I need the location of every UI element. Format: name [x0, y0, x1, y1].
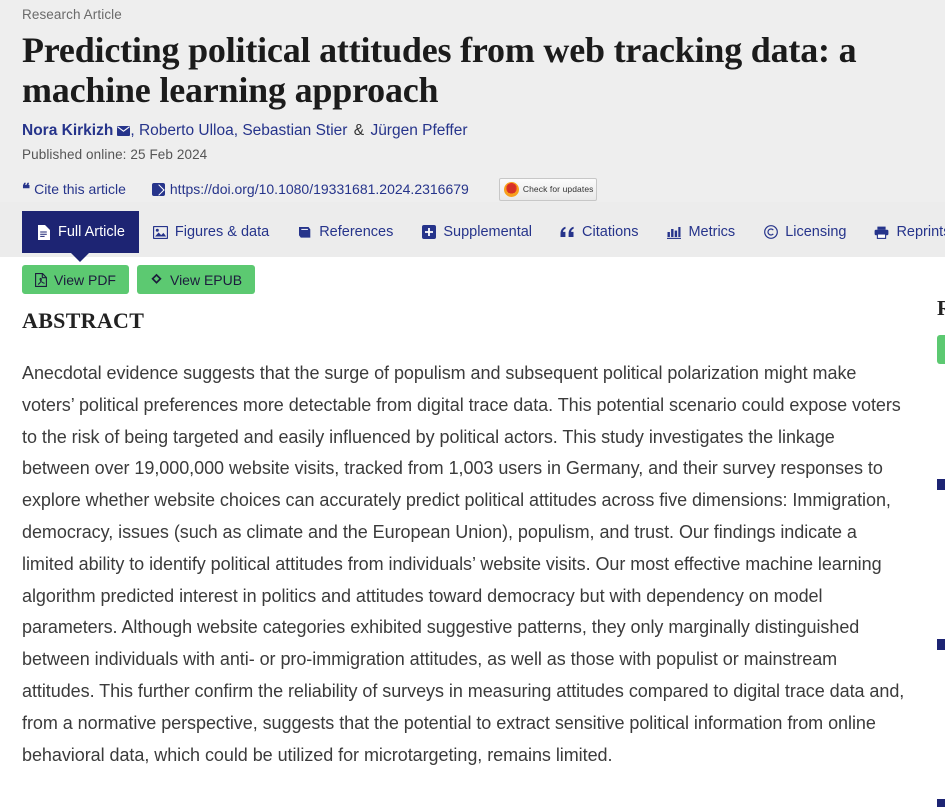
tab-licensing[interactable]: Licensing	[749, 211, 860, 253]
quote-icon	[560, 225, 575, 240]
tab-label: Reprints &	[896, 224, 945, 240]
quote-icon: ❝	[22, 180, 30, 198]
article-meta-row: ❝ Cite this article https://doi.org/10.1…	[22, 176, 922, 202]
article-page: Research Article Predicting political at…	[0, 0, 945, 807]
view-pdf-button[interactable]: View PDF	[22, 265, 129, 294]
view-epub-label: View EPUB	[169, 271, 243, 288]
email-icon[interactable]	[117, 126, 131, 137]
tab-label: Licensing	[785, 224, 847, 240]
author-sebastian-stier[interactable]: Sebastian Stier	[242, 122, 347, 139]
crossmark-badge[interactable]: Check for updates	[498, 177, 597, 201]
abstract-heading: ABSTRACT	[22, 308, 145, 333]
cite-this-article-label: Cite this article	[34, 181, 126, 198]
published-online-date: Published online: 25 Feb 2024	[22, 147, 208, 163]
image-icon	[152, 225, 168, 240]
sidebar-list-item[interactable]	[937, 476, 945, 490]
tab-reprints-and-permissions[interactable]: Reprints &	[860, 211, 945, 253]
article-action-buttons: View PDF View EPUB	[22, 265, 256, 294]
author-separator-1: ,	[130, 122, 135, 140]
cite-this-article-link[interactable]: ❝ Cite this article	[22, 181, 126, 197]
article-tab-bar: Full Article Figures & data References S…	[0, 202, 945, 257]
doi-label: https://doi.org/10.1080/19331681.2024.23…	[169, 181, 469, 198]
tab-label: Citations	[582, 224, 639, 240]
pdf-file-icon	[35, 272, 47, 287]
tab-citations[interactable]: Citations	[546, 211, 652, 253]
list-bullet-icon	[937, 479, 945, 490]
sidebar-action-button[interactable]	[937, 335, 945, 364]
author-separator-2: ,	[233, 122, 239, 140]
sidebar-heading: R	[937, 296, 945, 320]
printer-icon	[874, 225, 889, 240]
sidebar-list-item[interactable]	[937, 796, 945, 807]
author-jurgen-pfeffer[interactable]: Jürgen Pfeffer	[370, 122, 467, 139]
author-list: Nora Kirkizh, Roberto Ulloa, Sebastian S…	[22, 121, 922, 141]
bar-chart-icon	[666, 225, 681, 240]
tab-label: References	[319, 224, 394, 240]
article-header: Research Article Predicting political at…	[0, 0, 945, 202]
crossmark-label: Check for updates	[522, 184, 594, 195]
related-research-sidebar: R	[937, 296, 945, 807]
tab-full-article[interactable]: Full Article	[22, 211, 139, 253]
tab-label: Metrics	[688, 224, 736, 240]
external-link-icon	[151, 182, 165, 196]
tab-supplemental[interactable]: Supplemental	[407, 211, 546, 253]
tab-label: Supplemental	[443, 224, 533, 240]
list-bullet-icon	[937, 639, 945, 650]
view-epub-button[interactable]: View EPUB	[136, 265, 256, 294]
document-icon	[36, 224, 51, 240]
article-type-label: Research Article	[22, 7, 122, 22]
book-icon	[297, 225, 312, 240]
page-title: Predicting political attitudes from web …	[22, 29, 857, 110]
tab-references[interactable]: References	[283, 211, 407, 253]
view-pdf-label: View PDF	[54, 271, 116, 288]
epub-icon	[150, 273, 163, 286]
author-conjunction: &	[353, 122, 365, 140]
doi-link[interactable]: https://doi.org/10.1080/19331681.2024.23…	[151, 181, 469, 198]
tab-label: Figures & data	[174, 224, 270, 240]
plus-square-icon	[421, 225, 436, 240]
list-bullet-icon	[937, 799, 945, 807]
tab-label: Full Article	[58, 224, 125, 240]
author-nora-kirkizh[interactable]: Nora Kirkizh	[22, 122, 113, 139]
sidebar-list-item[interactable]	[937, 636, 945, 650]
abstract-text: Anecdotal evidence suggests that the sur…	[22, 363, 905, 765]
tab-figures-and-data[interactable]: Figures & data	[139, 211, 283, 253]
tab-metrics[interactable]: Metrics	[652, 211, 749, 253]
article-main-content: ABSTRACT Anecdotal evidence suggests tha…	[22, 308, 907, 771]
author-roberto-ulloa[interactable]: Roberto Ulloa	[139, 122, 234, 139]
crossmark-logo-icon	[503, 181, 519, 197]
copyright-icon	[763, 225, 778, 240]
